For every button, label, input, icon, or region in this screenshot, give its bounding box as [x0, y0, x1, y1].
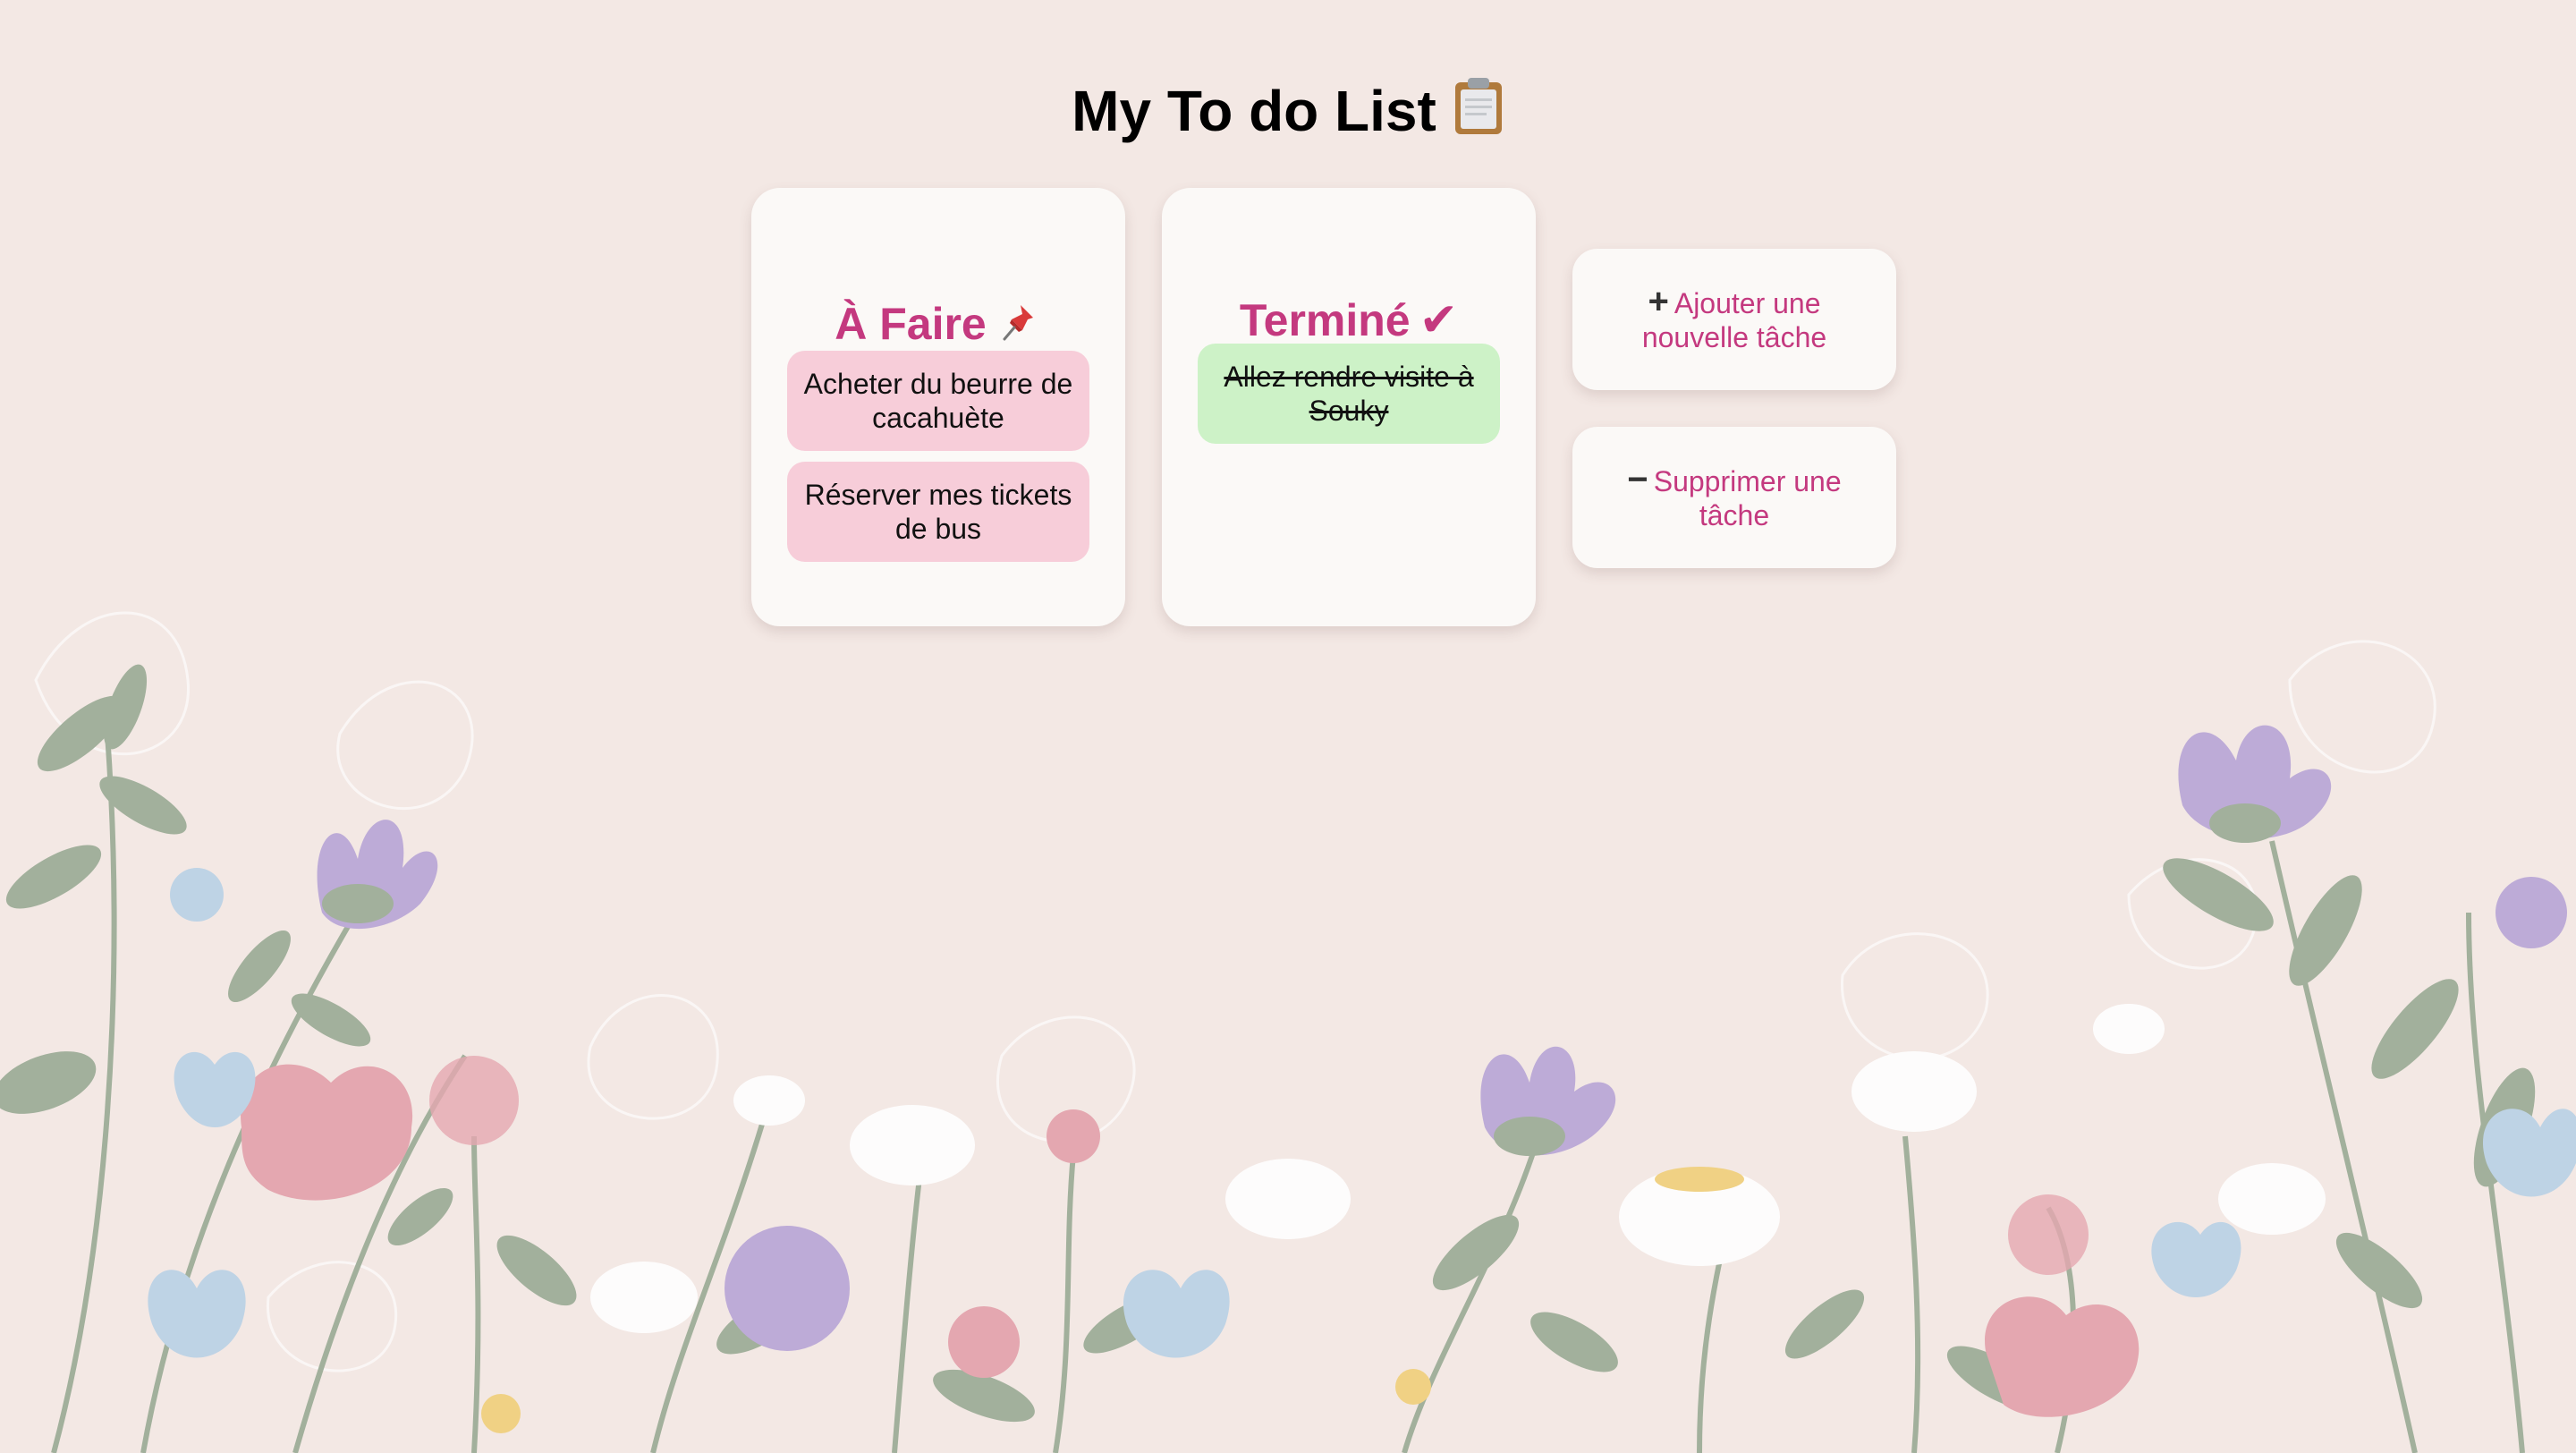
minus-icon: −: [1627, 460, 1648, 499]
add-task-label: Ajouter une nouvelle tâche: [1641, 287, 1827, 353]
todo-task-text: Acheter du beurre de cacahuète: [803, 368, 1073, 434]
todo-heading-text: À Faire: [835, 298, 987, 349]
todo-task-text: Réserver mes tickets de bus: [804, 479, 1072, 545]
done-task-text: Allez rendre visite à Souky: [1224, 361, 1474, 427]
done-column: Terminé ✔ Allez rendre visite à Souky: [1162, 188, 1536, 626]
page-title-text: My To do List: [1072, 79, 1436, 143]
page-title: My To do List: [0, 75, 2576, 152]
done-task-item[interactable]: Allez rendre visite à Souky: [1198, 344, 1500, 444]
done-heading: Terminé ✔: [1162, 293, 1536, 347]
todo-task-item[interactable]: Réserver mes tickets de bus: [787, 462, 1089, 562]
remove-task-label: Supprimer une tâche: [1653, 465, 1842, 531]
check-mark-icon: ✔: [1419, 293, 1459, 346]
todo-heading: À Faire: [751, 297, 1125, 354]
add-task-button[interactable]: + Ajouter une nouvelle tâche: [1572, 249, 1896, 390]
todo-column: À Faire Acheter du beurre de cacahuète R…: [751, 188, 1125, 626]
done-heading-text: Terminé: [1239, 294, 1411, 345]
pushpin-icon: [999, 300, 1042, 354]
clipboard-icon: [1453, 77, 1504, 152]
todo-task-item[interactable]: Acheter du beurre de cacahuète: [787, 351, 1089, 451]
plus-icon: +: [1648, 282, 1669, 321]
remove-task-button[interactable]: − Supprimer une tâche: [1572, 427, 1896, 568]
